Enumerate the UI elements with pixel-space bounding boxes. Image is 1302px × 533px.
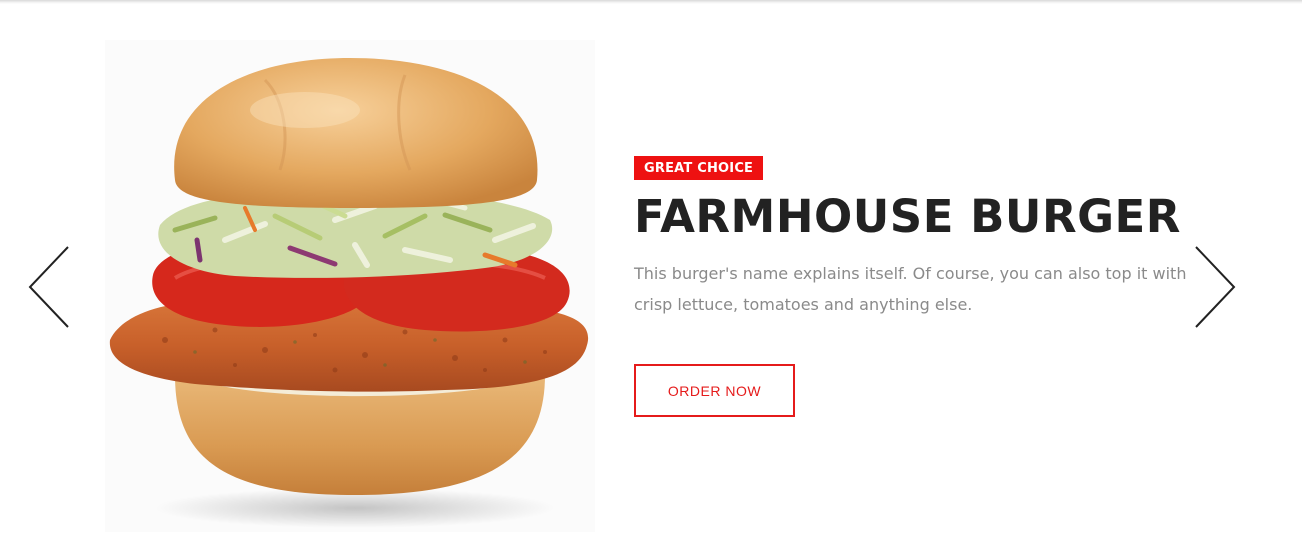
- chevron-right-icon: [1195, 246, 1236, 328]
- burger-image: [105, 40, 595, 532]
- slide-content: GREAT CHOICE FARMHOUSE BURGER This burge…: [634, 156, 1204, 417]
- prev-slide-button[interactable]: [22, 244, 72, 334]
- slide-title: FARMHOUSE BURGER: [634, 190, 1181, 243]
- hero-slider: GREAT CHOICE FARMHOUSE BURGER This burge…: [0, 4, 1302, 533]
- badge-great-choice: GREAT CHOICE: [634, 156, 764, 180]
- chevron-left-icon: [28, 246, 69, 328]
- next-slide-button[interactable]: [1192, 244, 1242, 334]
- order-now-button[interactable]: ORDER NOW: [634, 364, 795, 417]
- slide-description: This burger's name explains itself. Of c…: [634, 264, 1187, 314]
- burger-illustration: [109, 58, 589, 528]
